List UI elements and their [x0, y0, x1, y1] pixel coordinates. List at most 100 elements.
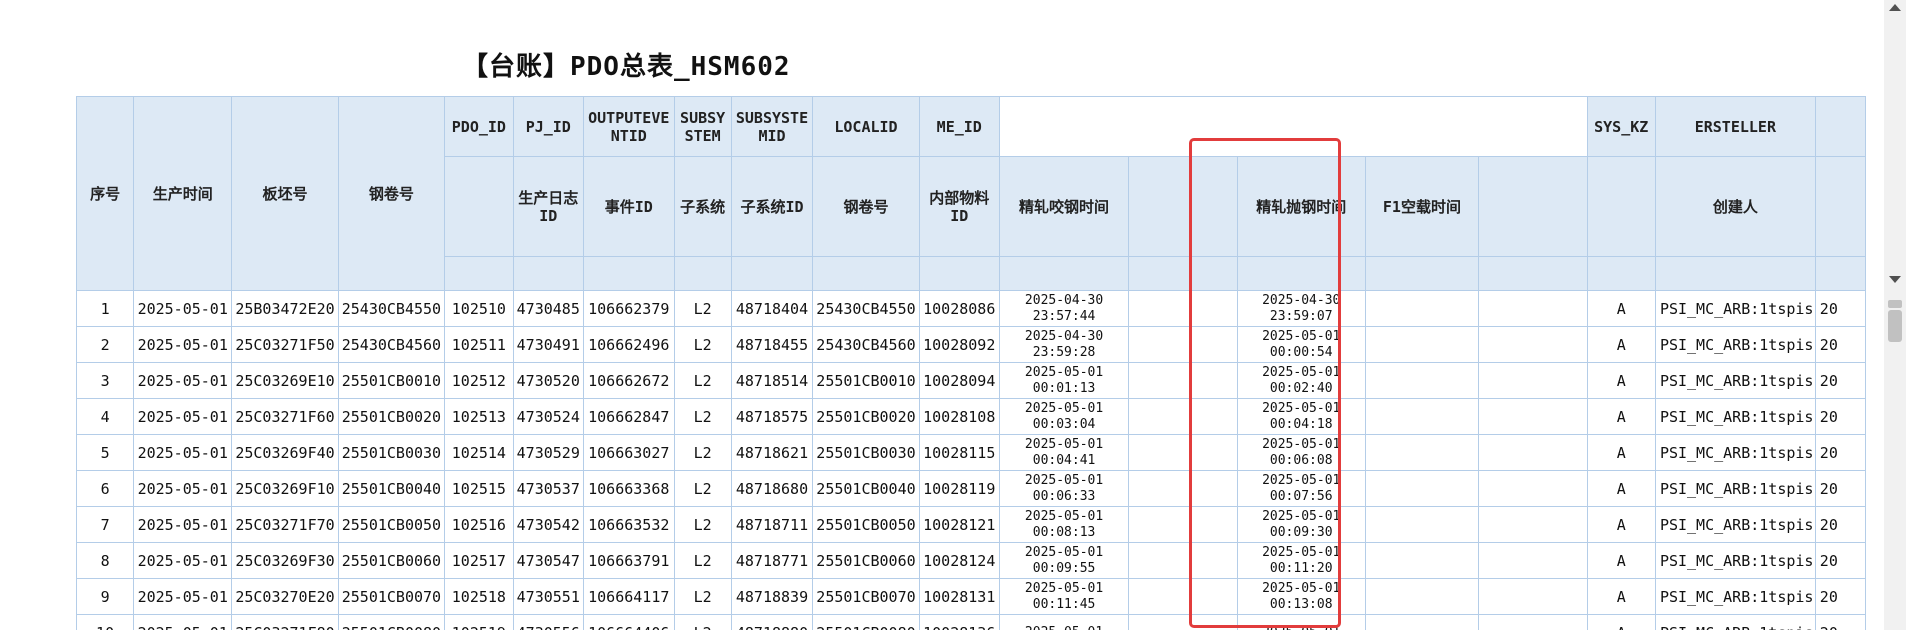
row-me-id[interactable]: 10028115	[918, 434, 1000, 471]
row-subsystem-id[interactable]: 48718680	[730, 470, 814, 507]
row-coil-no[interactable]: 25501CB0070	[337, 578, 446, 615]
row-f1-idle[interactable]	[1364, 362, 1480, 399]
table-row[interactable]: 1 2025-05-01 25B03472E20 25430CB4550 102510 4…	[76, 290, 1866, 327]
filter-cell[interactable]	[1586, 256, 1656, 291]
row-bite-time[interactable]: 2025-05-01 00:08:13	[998, 506, 1130, 543]
row-blank[interactable]	[1478, 434, 1588, 471]
row-f1-idle[interactable]	[1364, 434, 1480, 471]
row-local-id[interactable]: 25501CB0010	[812, 362, 920, 399]
row-prod-time[interactable]: 2025-05-01	[133, 542, 233, 579]
row-prod-time[interactable]: 2025-05-01	[133, 326, 233, 363]
row-sys-kz[interactable]: A	[1586, 542, 1656, 579]
table-row[interactable]: 102025-05-0125C03271F8025501CB0080102519…	[76, 614, 1866, 630]
row-slab-no[interactable]: 25C03269E10	[231, 362, 339, 399]
col-header-pj-id-cn[interactable]: 生产日志ID	[512, 156, 584, 257]
row-overflow[interactable]: 20	[1814, 290, 1866, 327]
row-prod-time[interactable]: 2025-05-01	[133, 578, 233, 615]
row-me-id[interactable]: 10028124	[918, 542, 1000, 579]
col-header-ersteller[interactable]: ERSTELLER	[1654, 96, 1816, 157]
row-subsystem-id[interactable]: 48718514	[730, 362, 814, 399]
row-overflow[interactable]: 20	[1814, 362, 1866, 399]
row-overflow[interactable]: 20	[1814, 506, 1866, 543]
filter-cell[interactable]	[673, 256, 732, 291]
row-slab-no[interactable]: 25C03271F80	[231, 614, 339, 630]
row-slab-no[interactable]: 25C03270E20	[231, 578, 339, 615]
col-header-pdo-id[interactable]: PDO_ID	[444, 96, 514, 157]
row-sys-kz[interactable]: A	[1586, 470, 1656, 507]
row-pj-id[interactable]: 4730547	[512, 542, 584, 579]
col-header-localid[interactable]: LOCALID	[812, 96, 920, 157]
col-header-pj-id[interactable]: PJ_ID	[512, 96, 584, 157]
row-local-id[interactable]: 25501CB0040	[812, 470, 920, 507]
row-me-id[interactable]: 10028131	[918, 578, 1000, 615]
row-sys-kz[interactable]: A	[1586, 362, 1656, 399]
col-header-subsystemid[interactable]: SUBSYSTEMID	[730, 96, 814, 157]
row-subsystem-id[interactable]: 48718839	[730, 578, 814, 615]
filter-cell[interactable]	[812, 256, 920, 291]
filter-cell[interactable]	[582, 256, 675, 291]
filter-cell[interactable]	[730, 256, 814, 291]
row-event-id[interactable]: 106662847	[582, 398, 675, 435]
col-header-slab-no[interactable]: 板坯号	[231, 96, 339, 291]
row-f1-idle[interactable]	[1364, 470, 1480, 507]
filter-cell[interactable]	[1478, 256, 1588, 291]
row-bite-time[interactable]: 2025-05-01 00:09:55	[998, 542, 1130, 579]
row-event-id[interactable]: 106664406	[582, 614, 675, 630]
row-creator[interactable]: PSI_MC_ARB:1tspis	[1654, 542, 1816, 579]
row-coil-no[interactable]: 25501CB0040	[337, 470, 446, 507]
row-creator[interactable]: PSI_MC_ARB:1tspis	[1654, 434, 1816, 471]
row-pdo-id[interactable]: 102511	[444, 326, 514, 363]
row-blank[interactable]	[1478, 398, 1588, 435]
vertical-scrollbar[interactable]	[1884, 0, 1906, 630]
col-header-localid-cn[interactable]: 钢卷号	[812, 156, 920, 257]
row-local-id[interactable]: 25501CB0030	[812, 434, 920, 471]
col-header-subsystemid-cn[interactable]: 子系统ID	[730, 156, 814, 257]
row-creator[interactable]: PSI_MC_ARB:1tspis	[1654, 326, 1816, 363]
row-seq[interactable]: 9	[76, 578, 135, 615]
row-seq[interactable]: 2	[76, 326, 135, 363]
row-overflow[interactable]: 20	[1814, 398, 1866, 435]
row-prod-time[interactable]: 2025-05-01	[133, 434, 233, 471]
row-seq[interactable]: 6	[76, 470, 135, 507]
row-subsystem-id[interactable]: 48718404	[730, 290, 814, 327]
row-pdo-id[interactable]: 102513	[444, 398, 514, 435]
row-seq[interactable]: 3	[76, 362, 135, 399]
row-coil-no[interactable]: 25501CB0030	[337, 434, 446, 471]
row-event-id[interactable]: 106664117	[582, 578, 675, 615]
row-seq[interactable]: 1	[76, 290, 135, 327]
table-row[interactable]: 3 2025-05-01 25C03269E10 25501CB0010 102512 4…	[76, 362, 1866, 399]
row-pj-id[interactable]: 4730524	[512, 398, 584, 435]
filter-cell[interactable]	[1364, 256, 1480, 291]
row-blank[interactable]	[1478, 542, 1588, 579]
row-pdo-id[interactable]: 102512	[444, 362, 514, 399]
filter-cell[interactable]	[1814, 256, 1866, 291]
row-local-id[interactable]: 25430CB4560	[812, 326, 920, 363]
row-me-id[interactable]: 10028086	[918, 290, 1000, 327]
filter-cell[interactable]	[1654, 256, 1816, 291]
row-prod-time[interactable]: 2025-05-01	[133, 614, 233, 630]
row-bite-time[interactable]: 2025-05-01 00:04:41	[998, 434, 1130, 471]
row-f1-idle[interactable]	[1364, 506, 1480, 543]
row-overflow[interactable]: 20	[1814, 434, 1866, 471]
row-bite-time[interactable]: 2025-05-01 00:11:45	[998, 578, 1130, 615]
row-prod-time[interactable]: 2025-05-01	[133, 398, 233, 435]
row-f1-idle[interactable]	[1364, 542, 1480, 579]
row-subsystem[interactable]: L2	[673, 506, 732, 543]
row-blank[interactable]	[1478, 506, 1588, 543]
table-row[interactable]: 2 2025-05-01 25C03271F50 25430CB4560 102511 4…	[76, 326, 1866, 363]
row-f1-idle[interactable]	[1364, 326, 1480, 363]
row-bite-time[interactable]: 2025-04-30 23:57:44	[998, 290, 1130, 327]
row-pdo-id[interactable]: 102515	[444, 470, 514, 507]
row-pj-id[interactable]: 4730542	[512, 506, 584, 543]
row-blank[interactable]	[1478, 362, 1588, 399]
row-slab-no[interactable]: 25C03271F70	[231, 506, 339, 543]
row-overflow[interactable]: 20	[1814, 542, 1866, 579]
row-pj-id[interactable]: 4730491	[512, 326, 584, 363]
row-subsystem-id[interactable]: 48718575	[730, 398, 814, 435]
row-overflow[interactable]: 20	[1814, 470, 1866, 507]
row-pdo-id[interactable]: 102519	[444, 614, 514, 630]
row-subsystem[interactable]: L2	[673, 470, 732, 507]
row-creator[interactable]: PSI_MC_ARB:1tspis	[1654, 506, 1816, 543]
row-sys-kz[interactable]: A	[1586, 434, 1656, 471]
row-subsystem[interactable]: L2	[673, 542, 732, 579]
